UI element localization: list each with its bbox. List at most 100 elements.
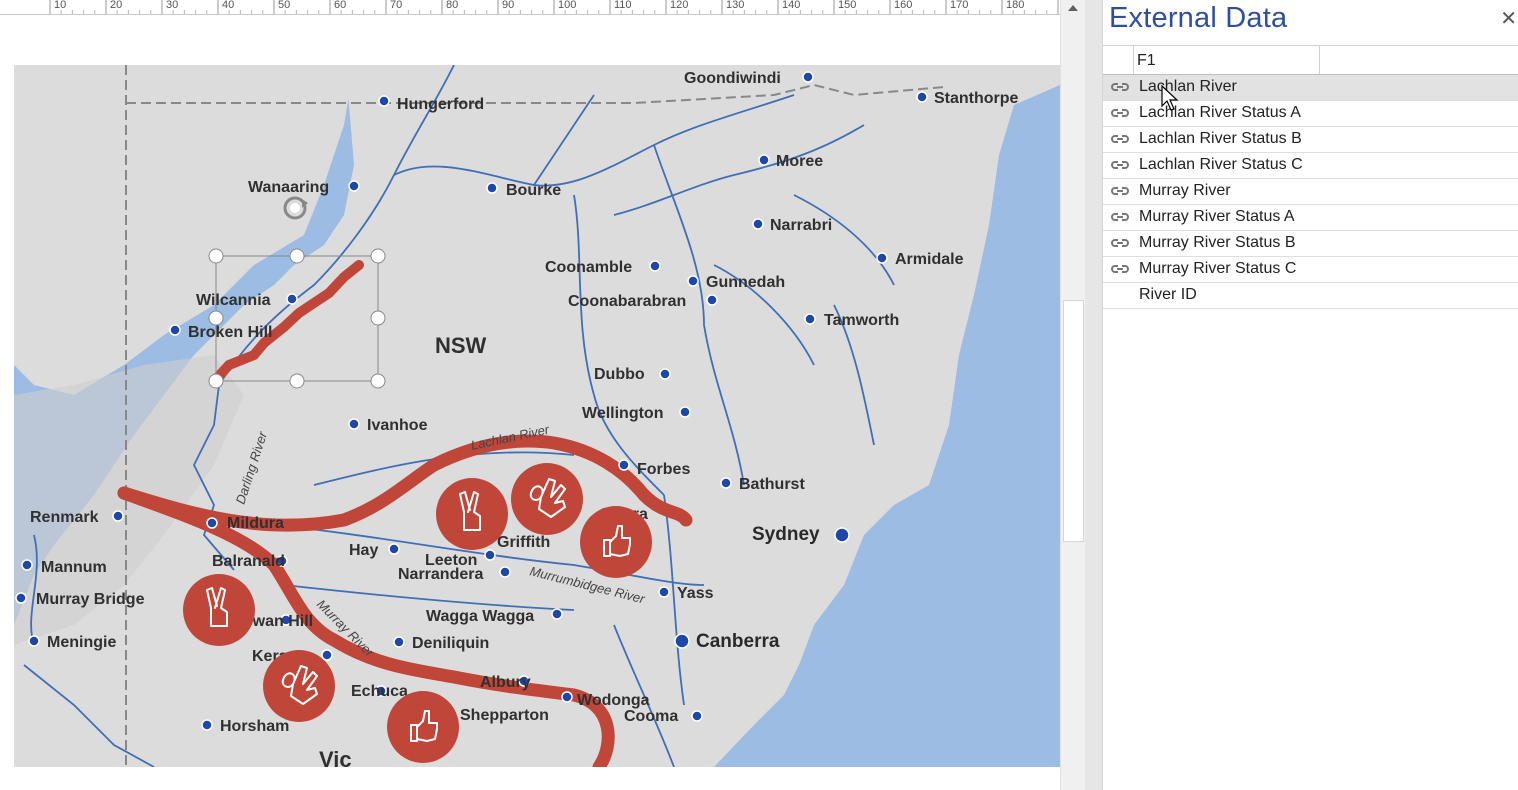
ruler-tick-label: 140 (782, 0, 800, 11)
city-label-hungerford: Hungerford (397, 96, 484, 113)
status-marker-murray-river-b[interactable] (263, 650, 335, 722)
drawing-canvas[interactable]: Goondiwindi Stanthorpe Hungerford Moree Wana… (0, 15, 1060, 790)
city-dot-wanaaring (348, 180, 360, 192)
city-label-horsham: Horsham (220, 718, 289, 735)
ruler-tick-label: 150 (838, 0, 856, 11)
city-dot-wellington (679, 406, 691, 418)
city-label-stanthorpe: Stanthorpe (934, 90, 1019, 107)
status-marker-circle (580, 506, 652, 578)
status-marker-circle (387, 691, 459, 763)
ruler-tick-label: 110 (614, 0, 632, 11)
city-label-mannum: Mannum (41, 559, 107, 576)
city-label-sydney: Sydney (752, 524, 820, 545)
city-label-narrabri: Narrabri (770, 217, 832, 234)
resize-handle[interactable] (289, 373, 305, 389)
status-marker-lachlan-river-a[interactable] (436, 478, 508, 550)
region-label-nsw: NSW (435, 333, 487, 358)
city-dot-sydney (834, 527, 850, 543)
city-label-wanaaring: Wanaaring (248, 179, 329, 196)
resize-handle[interactable] (289, 248, 305, 264)
city-dot-ivanhoe (348, 418, 360, 430)
resize-handle[interactable] (370, 373, 386, 389)
ruler-tick-label: 120 (670, 0, 688, 11)
column-header-f1[interactable]: F1 (1133, 46, 1320, 74)
ruler-tick-label: 100 (558, 0, 576, 11)
city-dot-narrandera (499, 566, 511, 578)
city-label-renmark: Renmark (30, 509, 99, 526)
link-icon (1111, 213, 1129, 221)
table-header: F1 (1103, 45, 1518, 75)
city-dot-dubbo (659, 368, 671, 380)
close-icon[interactable]: ✕ (1500, 6, 1517, 31)
resize-handle[interactable] (208, 373, 224, 389)
link-icon (1111, 187, 1129, 195)
city-label-balranald: Balranald (212, 553, 285, 570)
city-dot-armidale (876, 252, 888, 264)
city-dot-meningie (28, 635, 40, 647)
scroll-up-arrow-icon[interactable] (1061, 0, 1085, 16)
city-label-broken-hill: Broken Hill (188, 324, 272, 341)
city-dot-wodonga (561, 691, 573, 703)
resize-handle[interactable] (208, 310, 224, 326)
city-label-armidale: Armidale (895, 251, 964, 268)
table-row[interactable]: Murray River Status B (1103, 231, 1518, 257)
city-dot-mildura (206, 517, 218, 529)
city-dot-coonabarabran (706, 294, 718, 306)
resize-handle[interactable] (370, 310, 386, 326)
city-dot-gunnedah (687, 275, 699, 287)
table-row[interactable]: Lachlan River Status C (1103, 153, 1518, 179)
table-row[interactable]: River ID (1103, 283, 1518, 309)
city-label-canberra: Canberra (696, 631, 780, 652)
city-dot-murray-bridge (15, 592, 27, 604)
ruler-tick-label: 130 (726, 0, 744, 11)
vertical-scrollbar[interactable] (1060, 0, 1085, 790)
status-marker-murray-river-a[interactable] (183, 574, 255, 646)
map[interactable]: Goondiwindi Stanthorpe Hungerford Moree Wana… (14, 65, 1060, 767)
city-label-dubbo: Dubbo (594, 366, 645, 383)
city-dot-leeton (484, 549, 496, 561)
city-label-goondiwindi: Goondiwindi (684, 70, 781, 87)
external-data-title: External Data (1109, 2, 1288, 34)
city-label-yass: Yass (677, 585, 714, 602)
status-marker-murray-river-c[interactable] (387, 691, 459, 763)
city-label-coonabarabran: Coonabarabran (568, 293, 686, 310)
table-row[interactable]: Murray River Status C (1103, 257, 1518, 283)
table-row[interactable]: Lachlan River Status B (1103, 127, 1518, 153)
status-marker-circle (263, 650, 335, 722)
city-label-mildura: Mildura (227, 515, 284, 532)
status-marker-lachlan-river-b[interactable] (511, 463, 583, 535)
ruler-tick-label: 20 (110, 0, 122, 11)
city-dot-wilcannia (286, 293, 298, 305)
ruler-tick-label: 90 (502, 0, 514, 11)
city-label-gunnedah: Gunnedah (706, 274, 785, 291)
ruler-tick-label: 60 (334, 0, 346, 11)
ruler-ticks: 10 20 30 40 50 60 70 80 90 100 110 120 130 140 150 160 1… (49, 0, 1059, 14)
pane-splitter[interactable] (1085, 0, 1102, 790)
ruler-tick-label: 40 (222, 0, 234, 11)
status-marker-circle (436, 478, 508, 550)
resize-handle[interactable] (208, 248, 224, 264)
city-dot-yass (658, 586, 670, 598)
city-label-meningie: Meningie (47, 634, 116, 651)
link-icon (1111, 135, 1129, 143)
city-label-griffith: Griffith (497, 534, 550, 551)
city-dot-horsham (201, 719, 213, 731)
city-label-moree: Moree (776, 153, 823, 170)
status-marker-lachlan-river-c[interactable] (580, 506, 652, 578)
city-label-wodonga: Wodonga (577, 692, 650, 709)
link-icon (1111, 239, 1129, 247)
ruler-tick-label: 50 (278, 0, 290, 11)
city-label-bathurst: Bathurst (739, 476, 805, 493)
city-dot-mannum (21, 559, 33, 571)
scroll-thumb[interactable] (1063, 300, 1084, 542)
map-svg: Goondiwindi Stanthorpe Hungerford Moree Wana… (14, 65, 1060, 767)
city-dot-cooma (691, 710, 703, 722)
ruler-tick-label: 10 (54, 0, 66, 11)
city-dot-forbes (618, 459, 630, 471)
city-label-murray-bridge: Murray Bridge (36, 591, 145, 608)
table-row[interactable]: Murray River (1103, 179, 1518, 205)
resize-handle[interactable] (370, 248, 386, 264)
city-label-narrandera: Narrandera (398, 566, 483, 583)
link-icon (1111, 109, 1129, 117)
table-row[interactable]: Murray River Status A (1103, 205, 1518, 231)
